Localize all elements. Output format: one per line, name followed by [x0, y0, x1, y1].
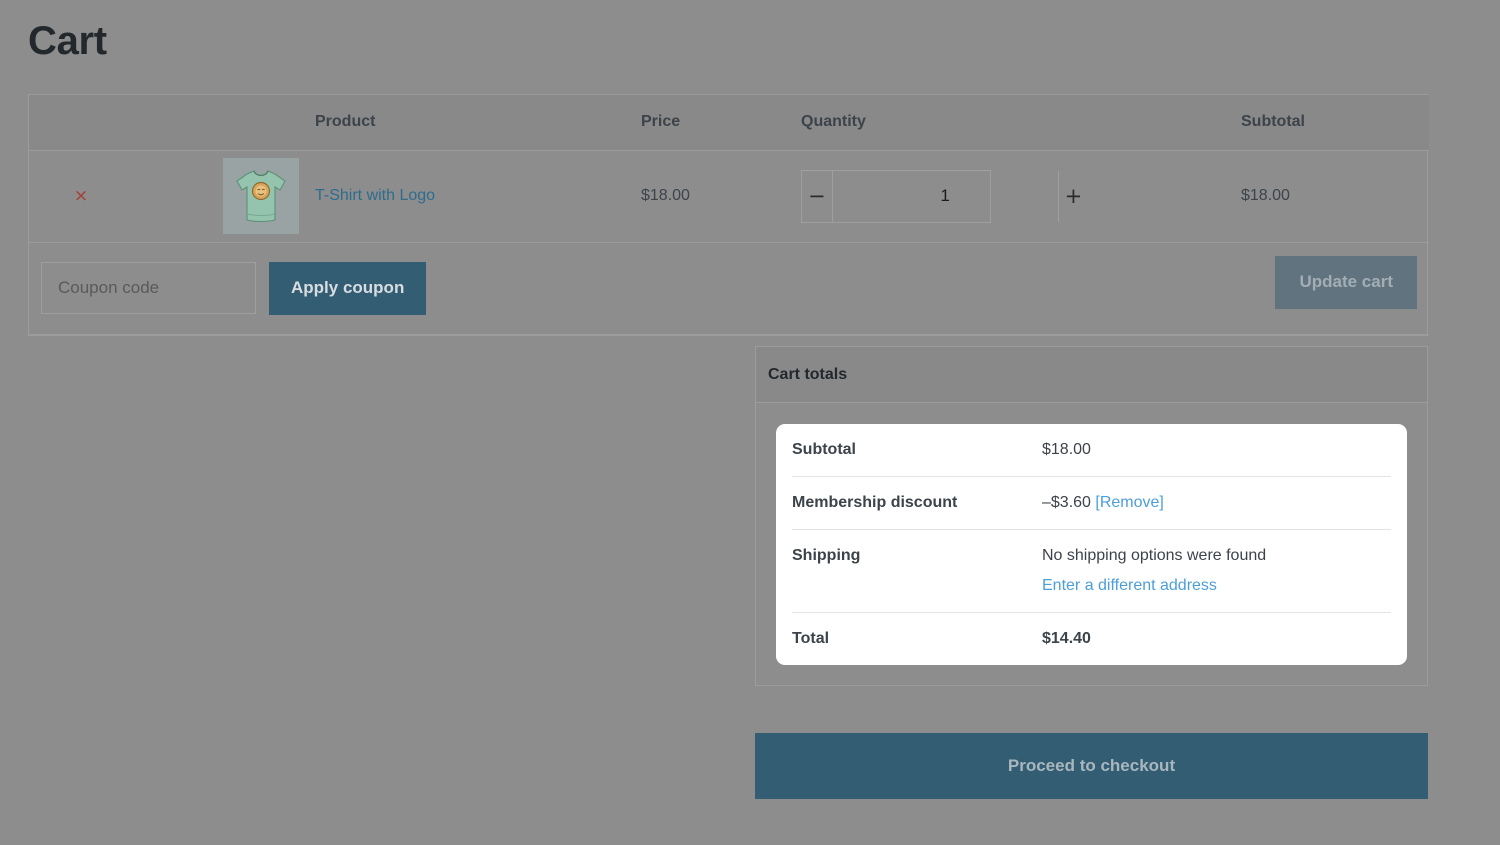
- totals-value-subtotal: $18.00: [1042, 424, 1391, 477]
- cell-product-name: T-Shirt with Logo: [315, 150, 641, 243]
- column-header-product: Product: [315, 95, 641, 151]
- quantity-input[interactable]: [832, 170, 1058, 222]
- cell-coupon-actions: Apply coupon Update cart: [29, 242, 1429, 335]
- cart-totals-body: Subtotal $18.00 Membership discount –$3.…: [756, 403, 1427, 685]
- quantity-stepper: − +: [801, 169, 1082, 223]
- totals-row-membership-discount: Membership discount –$3.60 [Remove]: [792, 476, 1391, 530]
- total-amount: $14.40: [1042, 630, 1091, 647]
- totals-value-membership-discount: –$3.60 [Remove]: [1042, 476, 1391, 530]
- cell-price: $18.00: [641, 150, 801, 243]
- product-thumbnail[interactable]: [223, 158, 299, 234]
- subtotal-amount: $18.00: [1042, 441, 1091, 458]
- cell-subtotal: $18.00: [1241, 150, 1429, 243]
- apply-coupon-button[interactable]: Apply coupon: [269, 261, 427, 315]
- table-header-row: Product Price Quantity Subtotal: [29, 95, 1429, 151]
- column-header-quantity: Quantity: [801, 95, 1241, 151]
- cart-table-body: × T-Shirt with Logo $18.00 − 1 + $18.00 …: [29, 150, 1429, 335]
- remove-discount-link[interactable]: [Remove]: [1095, 494, 1163, 511]
- table-row: × T-Shirt with Logo $18.00 − 1 + $18.00: [29, 150, 1429, 243]
- totals-row-subtotal: Subtotal $18.00: [792, 424, 1391, 477]
- shipping-status-text: No shipping options were found: [1042, 547, 1267, 564]
- proceed-to-checkout-button[interactable]: Proceed to checkout: [755, 733, 1428, 799]
- column-header-remove: [29, 95, 125, 151]
- column-header-price: Price: [641, 95, 801, 151]
- totals-label-subtotal: Subtotal: [792, 441, 856, 458]
- coupon-row: Apply coupon Update cart: [29, 242, 1429, 335]
- quantity-increase-button[interactable]: +: [1057, 170, 1089, 222]
- cart-totals-panel: Cart totals Subtotal $18.00 Membership d…: [755, 346, 1428, 686]
- cell-thumbnail: [125, 150, 315, 243]
- column-header-thumbnail: [125, 95, 315, 151]
- page-title: Cart: [28, 19, 107, 63]
- coupon-code-input[interactable]: [41, 262, 256, 314]
- cart-totals-heading: Cart totals: [756, 347, 1427, 403]
- totals-label-membership-discount: Membership discount: [792, 476, 1042, 530]
- membership-discount-amount: –$3.60: [1042, 494, 1091, 511]
- tshirt-icon: [236, 170, 286, 223]
- totals-row-total: Total $14.40: [792, 612, 1391, 665]
- totals-label-shipping: Shipping: [792, 529, 1042, 613]
- cell-remove: ×: [29, 150, 125, 243]
- cart-table: Product Price Quantity Subtotal × T-Shir…: [28, 94, 1429, 336]
- coupon-area: Apply coupon: [29, 249, 1429, 327]
- totals-value-shipping: No shipping options were found Enter a d…: [1042, 529, 1391, 613]
- column-header-subtotal: Subtotal: [1241, 95, 1429, 151]
- totals-value-total: $14.40: [1042, 612, 1391, 665]
- totals-row-shipping: Shipping No shipping options were found …: [792, 529, 1391, 613]
- update-cart-button[interactable]: Update cart: [1275, 255, 1417, 309]
- remove-item-icon[interactable]: ×: [72, 187, 90, 205]
- totals-label-total: Total: [792, 612, 1042, 665]
- cell-quantity: − +: [801, 150, 1241, 243]
- cart-page: Cart Product Price Quantity Subtotal × T…: [0, 0, 1500, 845]
- quantity-decrease-button[interactable]: −: [802, 170, 833, 222]
- product-name-link[interactable]: T-Shirt with Logo: [315, 187, 435, 205]
- enter-different-address-link[interactable]: Enter a different address: [1042, 577, 1217, 595]
- cart-table-header: Product Price Quantity Subtotal: [29, 95, 1429, 151]
- cart-totals-card: Subtotal $18.00 Membership discount –$3.…: [776, 424, 1407, 665]
